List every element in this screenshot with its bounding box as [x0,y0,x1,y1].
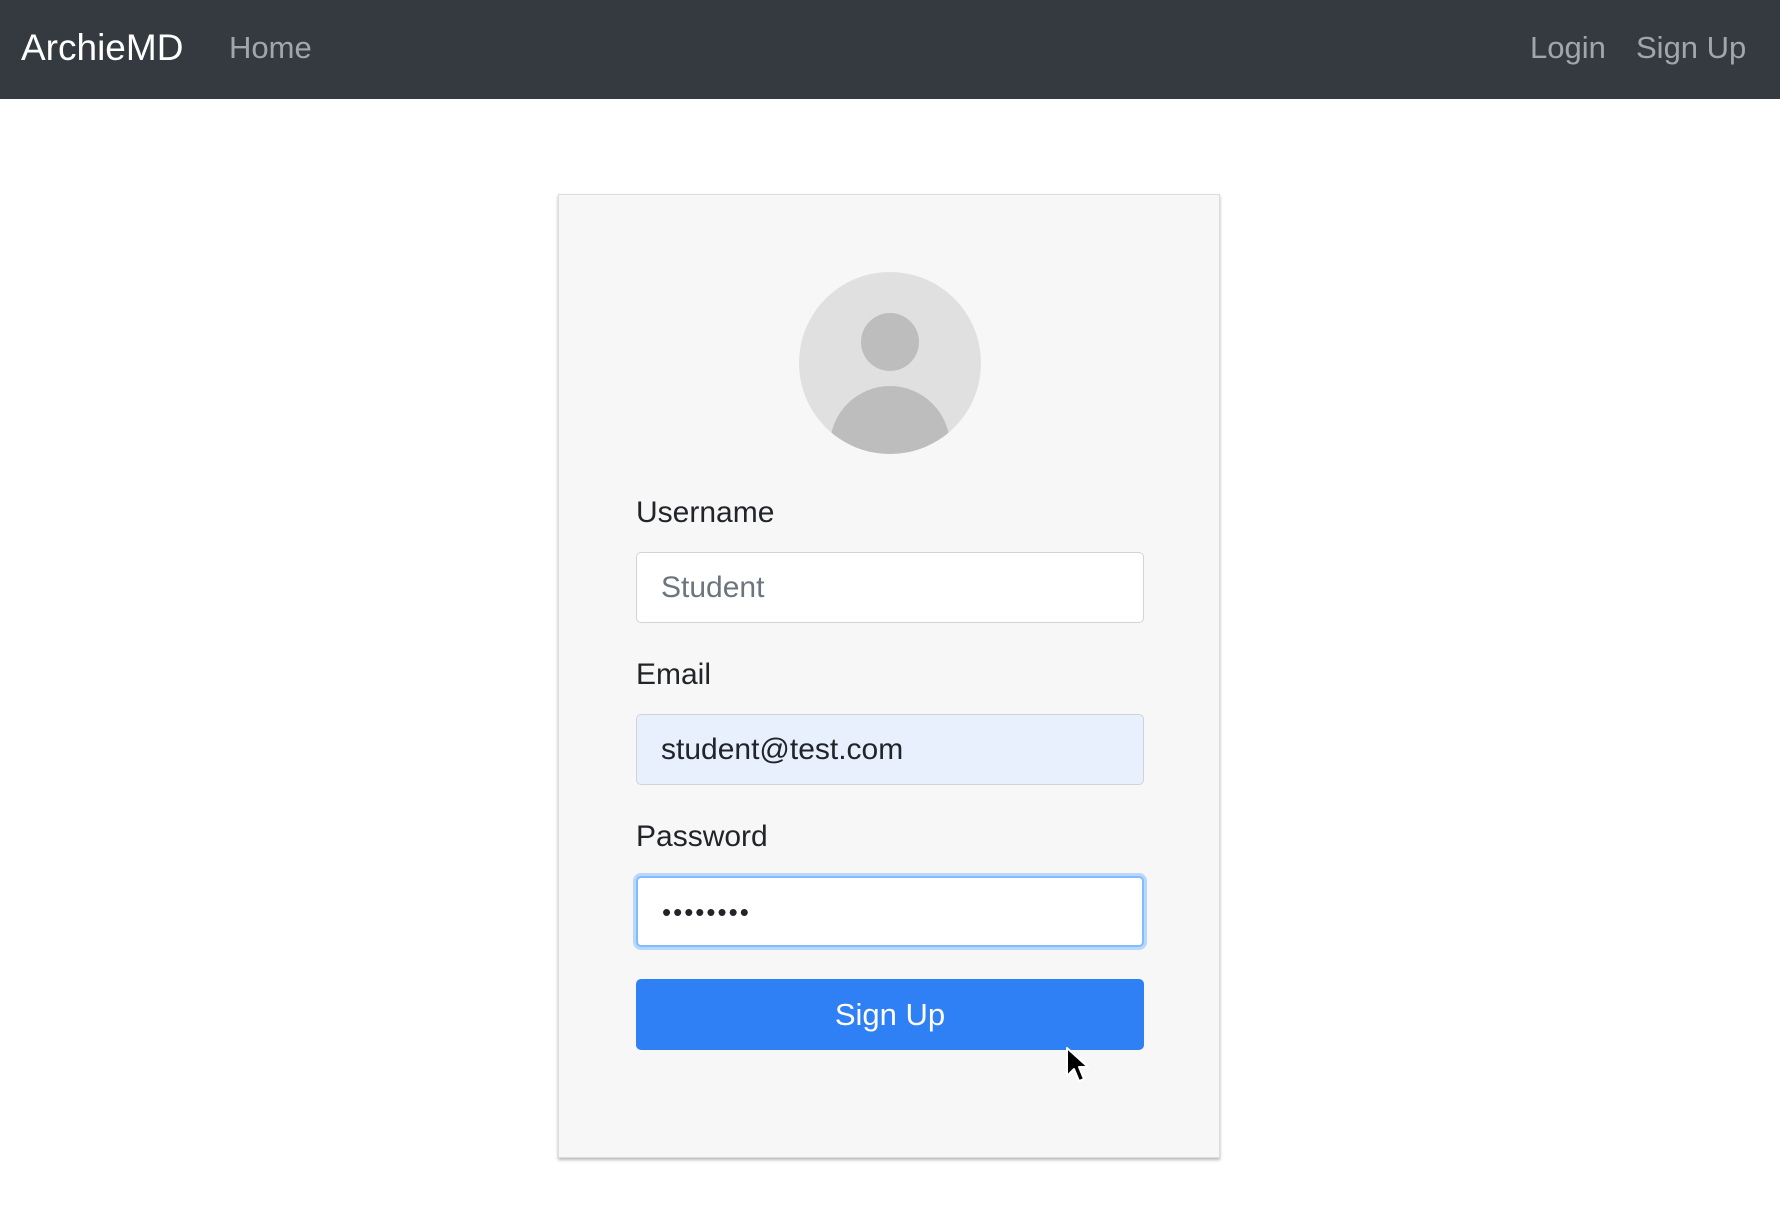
mouse-pointer-icon [1066,1047,1089,1082]
email-label: Email [636,658,712,691]
password-label: Password [636,820,768,853]
avatar-body [830,386,950,454]
signup-submit-button[interactable]: Sign Up [636,979,1144,1050]
username-label: Username [636,496,775,529]
username-input[interactable]: Student [636,552,1144,623]
brand-logo-link[interactable]: ArchieMD [21,26,183,70]
email-input[interactable]: student@test.com [636,714,1144,785]
user-avatar-icon [799,272,981,454]
signup-card: Username Student Email student@test.com … [558,194,1220,1158]
nav-login-link[interactable]: Login [1530,28,1606,68]
top-navbar: ArchieMD Home Login Sign Up [0,0,1780,99]
nav-signup-link[interactable]: Sign Up [1636,28,1746,68]
nav-home-link[interactable]: Home [229,28,312,68]
password-input[interactable]: •••••••• [636,876,1144,947]
avatar-head [861,313,919,371]
